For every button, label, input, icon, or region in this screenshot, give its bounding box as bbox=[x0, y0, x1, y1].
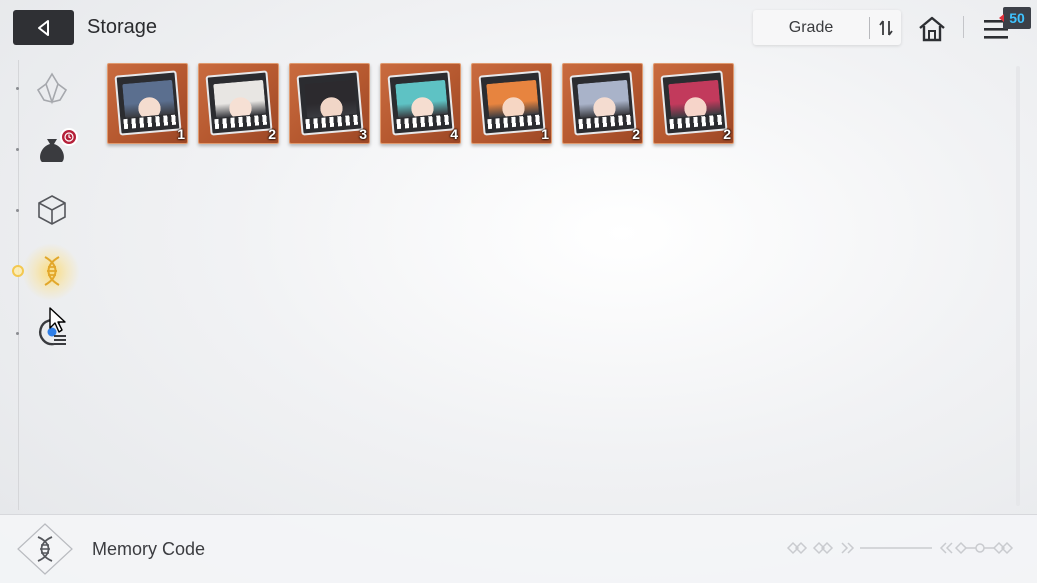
memory-code-card[interactable]: 4 bbox=[380, 63, 461, 144]
sidebar-dot bbox=[16, 332, 19, 335]
card-frame bbox=[478, 70, 546, 136]
memory-code-card[interactable]: 1 bbox=[107, 63, 188, 144]
character-portrait bbox=[668, 79, 722, 119]
memory-code-card[interactable]: 2 bbox=[198, 63, 279, 144]
notification-badge bbox=[60, 128, 78, 146]
character-portrait bbox=[486, 79, 540, 119]
page-title: Storage bbox=[87, 16, 158, 38]
sidebar-dot bbox=[16, 209, 19, 212]
character-portrait bbox=[395, 79, 449, 119]
home-button[interactable] bbox=[915, 12, 949, 46]
character-portrait bbox=[577, 79, 631, 119]
memory-code-card[interactable]: 2 bbox=[653, 63, 734, 144]
item-count: 4 bbox=[450, 126, 458, 142]
sort-control: Grade bbox=[753, 10, 901, 45]
sort-order-toggle[interactable] bbox=[870, 19, 901, 37]
sidebar-item-cube[interactable] bbox=[30, 188, 74, 232]
sidebar-item-crystal[interactable] bbox=[30, 66, 74, 110]
memory-code-card[interactable]: 1 bbox=[471, 63, 552, 144]
memory-code-card[interactable]: 3 bbox=[289, 63, 370, 144]
item-count: 3 bbox=[359, 126, 367, 142]
item-count: 2 bbox=[632, 126, 640, 142]
card-frame bbox=[205, 70, 273, 136]
sidebar-dot bbox=[16, 148, 19, 151]
decorative-divider-icon bbox=[786, 541, 1014, 555]
character-portrait bbox=[304, 79, 358, 119]
memory-code-card[interactable]: 2 bbox=[562, 63, 643, 144]
header-separator bbox=[963, 16, 964, 38]
card-frame bbox=[296, 70, 364, 136]
cube-icon bbox=[38, 195, 66, 225]
sort-by-dropdown[interactable]: Grade bbox=[753, 19, 869, 37]
clock-icon bbox=[64, 132, 74, 142]
item-count: 1 bbox=[541, 126, 549, 142]
back-arrow-icon bbox=[37, 19, 49, 36]
memory-code-footer-icon bbox=[17, 523, 73, 575]
item-count: 2 bbox=[723, 126, 731, 142]
menu-level-badge: 50 bbox=[999, 7, 1031, 29]
card-frame bbox=[660, 70, 728, 136]
sidebar-item-memory-code[interactable] bbox=[22, 243, 80, 301]
card-frame bbox=[114, 70, 182, 136]
card-frame bbox=[387, 70, 455, 136]
mouse-cursor-icon bbox=[49, 307, 66, 333]
sort-arrows-icon bbox=[878, 19, 893, 36]
home-icon bbox=[919, 16, 945, 42]
back-button[interactable] bbox=[13, 10, 74, 45]
item-count: 1 bbox=[177, 126, 185, 142]
scrollbar[interactable] bbox=[1016, 66, 1020, 506]
dna-icon bbox=[44, 256, 60, 286]
card-frame bbox=[569, 70, 637, 136]
sidebar-dot bbox=[16, 87, 19, 90]
sidebar-rail bbox=[18, 60, 19, 510]
character-portrait bbox=[213, 79, 267, 119]
character-portrait bbox=[122, 79, 176, 119]
item-count: 2 bbox=[268, 126, 276, 142]
item-grid: 1 2 3 4 1 2 2 bbox=[107, 63, 734, 144]
crystal-icon bbox=[36, 72, 68, 105]
footer-label: Memory Code bbox=[92, 539, 206, 559]
